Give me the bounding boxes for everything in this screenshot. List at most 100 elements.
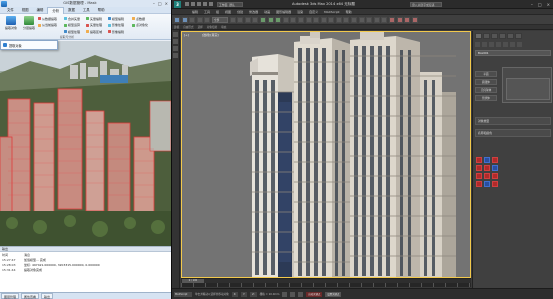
tube-button[interactable]: 管状体 (475, 95, 497, 101)
modifier-stack-list[interactable] (506, 78, 550, 100)
menu-views[interactable]: 视图 (225, 10, 231, 14)
track-bar[interactable] (181, 283, 471, 287)
ribbon-item[interactable]: 合并矢量 (64, 16, 80, 21)
xy-plane-icon[interactable] (476, 165, 482, 171)
bind-icon[interactable] (204, 16, 211, 23)
minimize-icon[interactable]: – (153, 1, 155, 6)
undo-icon[interactable] (203, 2, 207, 6)
modify-tab-icon[interactable] (483, 33, 490, 39)
layer-extract-button[interactable]: 分层提取 (20, 16, 38, 34)
plane-button[interactable]: 平面 (475, 71, 497, 77)
align-z-icon[interactable] (492, 181, 498, 187)
redo-icon[interactable] (181, 16, 188, 23)
tab-edit[interactable]: 编辑 (33, 7, 48, 14)
tool-icon[interactable] (173, 53, 178, 58)
menu-group[interactable]: 组 (216, 10, 219, 14)
tab-freeform[interactable]: 自由形式 (183, 25, 193, 29)
rotate-icon[interactable] (267, 16, 274, 23)
tab-output[interactable]: 输出 (41, 293, 54, 299)
lights-icon[interactable] (489, 42, 494, 47)
link-icon[interactable] (189, 16, 196, 23)
ribbon-item[interactable]: 点对象化 (132, 23, 148, 28)
tab-tools[interactable]: 工具 (79, 7, 94, 14)
gis-3d-viewport[interactable] (0, 41, 171, 246)
extract-object-dropdown[interactable]: 提取对象 (0, 40, 58, 50)
tool-icon[interactable] (173, 39, 178, 44)
render-setup-icon[interactable] (396, 16, 403, 23)
select-by-name-icon[interactable] (237, 16, 244, 23)
tab-file[interactable]: 文件 (3, 7, 18, 14)
ribbon-item[interactable]: 点数据 (132, 16, 148, 21)
systems-icon[interactable] (517, 42, 522, 47)
hierarchy-tab-icon[interactable] (491, 33, 498, 39)
render-frame-icon[interactable] (404, 16, 411, 23)
menu-animation[interactable]: 动画 (264, 10, 270, 14)
viewport-shading-label[interactable]: [透视][真实] (202, 33, 219, 37)
perspective-viewport[interactable]: [+] [透视][真实] (181, 31, 471, 278)
ribbon-item[interactable]: 提取区域 (86, 29, 102, 34)
ribbon-item[interactable]: 从数据提取 (38, 16, 57, 21)
tab-populate[interactable]: 填充 (221, 25, 226, 29)
tab-selection[interactable]: 选择 (198, 25, 203, 29)
menu-modifiers[interactable]: 修改器 (249, 10, 258, 14)
ribbon-item[interactable]: 影像处理 (108, 23, 124, 28)
graphite-icon[interactable] (366, 16, 373, 23)
ribbon-item[interactable]: 矢量处理 (86, 23, 102, 28)
tab-help[interactable]: 帮助 (94, 7, 109, 14)
axis-x-icon[interactable] (476, 157, 482, 163)
align-y-icon[interactable] (484, 181, 490, 187)
tab-object-paint[interactable]: 对象绘制 (207, 25, 217, 29)
coord-y[interactable]: Y: (241, 291, 248, 297)
axis-z-icon[interactable] (492, 157, 498, 163)
pivot-icon[interactable] (290, 16, 297, 23)
yz-plane-icon[interactable] (484, 165, 490, 171)
tool-icon[interactable] (173, 46, 178, 51)
maxscript-listener[interactable]: MAXScript (174, 291, 192, 297)
set-key-button[interactable]: 设置关键点 (325, 291, 342, 297)
menu-help[interactable]: 帮助 (346, 10, 352, 14)
percent-snap-icon[interactable] (320, 16, 327, 23)
tab-attributes[interactable]: 属性查看 (21, 293, 40, 299)
scale-icon[interactable] (275, 16, 282, 23)
unlink-icon[interactable] (196, 16, 203, 23)
viewport-menu-label[interactable]: [+] (184, 33, 189, 37)
spacewarps-icon[interactable] (510, 42, 515, 47)
object-type-rollout[interactable]: 对象类型 (475, 117, 551, 125)
search-input[interactable]: 键入关键字或短语 (410, 1, 442, 7)
align-x-icon[interactable] (476, 181, 482, 187)
redo-icon[interactable] (209, 2, 213, 6)
ribbon-item[interactable]: 矢量编辑 (86, 16, 102, 21)
next-frame-icon[interactable] (298, 291, 304, 297)
select-icon[interactable] (229, 16, 236, 23)
close-icon[interactable]: × (547, 2, 550, 7)
maximize-icon[interactable]: □ (538, 2, 542, 7)
spinner-snap-icon[interactable] (328, 16, 335, 23)
motion-tab-icon[interactable] (499, 33, 506, 39)
cone-button[interactable]: 圆锥体 (475, 79, 497, 85)
menu-tools[interactable]: 工具 (204, 10, 210, 14)
object-name-field[interactable]: Box001 (475, 50, 551, 56)
angle-snap-icon[interactable] (313, 16, 320, 23)
minimize-icon[interactable]: – (531, 2, 533, 7)
align-icon[interactable] (351, 16, 358, 23)
ribbon-item[interactable]: 从当前提取 (38, 23, 57, 28)
coord-system-icon[interactable] (282, 16, 289, 23)
material-editor-icon[interactable] (389, 16, 396, 23)
tool-icon[interactable] (173, 32, 178, 37)
helpers-icon[interactable] (503, 42, 508, 47)
render-icon[interactable] (411, 16, 418, 23)
ribbon-item[interactable]: 影像编辑 (108, 29, 124, 34)
open-icon[interactable] (191, 2, 195, 6)
ribbon-item[interactable]: 模型编辑 (108, 16, 124, 21)
coord-x[interactable]: X: (231, 291, 239, 297)
display-tab-icon[interactable] (507, 33, 514, 39)
geometry-icon[interactable] (475, 42, 480, 47)
new-icon[interactable] (185, 2, 189, 6)
tab-modeling[interactable]: 建模 (174, 25, 179, 29)
named-sets-icon[interactable] (335, 16, 342, 23)
workspace-select[interactable]: 工作区: 默认 (217, 1, 243, 7)
maximize-icon[interactable]: □ (158, 1, 162, 6)
layer-manager-icon[interactable] (358, 16, 365, 23)
move-icon[interactable] (259, 16, 266, 23)
pivot-z-icon[interactable] (492, 173, 498, 179)
